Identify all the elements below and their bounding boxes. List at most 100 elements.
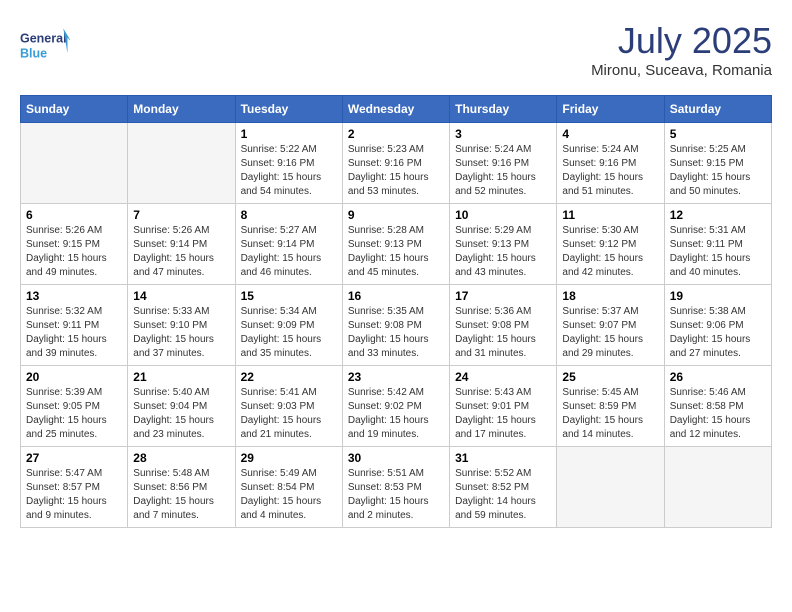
logo: General Blue	[20, 20, 70, 70]
day-number: 2	[348, 127, 444, 141]
day-number: 20	[26, 370, 122, 384]
day-number: 14	[133, 289, 229, 303]
day-number: 28	[133, 451, 229, 465]
calendar-cell: 19 Sunrise: 5:38 AMSunset: 9:06 PMDaylig…	[664, 285, 771, 366]
calendar-cell: 26 Sunrise: 5:46 AMSunset: 8:58 PMDaylig…	[664, 366, 771, 447]
day-number: 16	[348, 289, 444, 303]
calendar-cell: 30 Sunrise: 5:51 AMSunset: 8:53 PMDaylig…	[342, 447, 449, 528]
calendar-cell: 5 Sunrise: 5:25 AMSunset: 9:15 PMDayligh…	[664, 123, 771, 204]
week-row-5: 27 Sunrise: 5:47 AMSunset: 8:57 PMDaylig…	[21, 447, 772, 528]
weekday-header-row: SundayMondayTuesdayWednesdayThursdayFrid…	[21, 96, 772, 123]
day-info: Sunrise: 5:41 AMSunset: 9:03 PMDaylight:…	[241, 386, 337, 442]
day-info: Sunrise: 5:38 AMSunset: 9:06 PMDaylight:…	[670, 305, 766, 361]
day-info: Sunrise: 5:22 AMSunset: 9:16 PMDaylight:…	[241, 143, 337, 199]
day-info: Sunrise: 5:32 AMSunset: 9:11 PMDaylight:…	[26, 305, 122, 361]
day-number: 23	[348, 370, 444, 384]
day-info: Sunrise: 5:37 AMSunset: 9:07 PMDaylight:…	[562, 305, 658, 361]
svg-text:General: General	[20, 32, 67, 46]
weekday-header-sunday: Sunday	[21, 96, 128, 123]
day-number: 22	[241, 370, 337, 384]
day-number: 8	[241, 208, 337, 222]
title-block: July 2025 Mironu, Suceava, Romania	[591, 20, 772, 79]
calendar-cell: 24 Sunrise: 5:43 AMSunset: 9:01 PMDaylig…	[450, 366, 557, 447]
calendar-cell: 22 Sunrise: 5:41 AMSunset: 9:03 PMDaylig…	[235, 366, 342, 447]
day-number: 24	[455, 370, 551, 384]
day-number: 29	[241, 451, 337, 465]
day-number: 26	[670, 370, 766, 384]
calendar-cell: 9 Sunrise: 5:28 AMSunset: 9:13 PMDayligh…	[342, 204, 449, 285]
calendar-cell: 29 Sunrise: 5:49 AMSunset: 8:54 PMDaylig…	[235, 447, 342, 528]
day-info: Sunrise: 5:24 AMSunset: 9:16 PMDaylight:…	[455, 143, 551, 199]
weekday-header-saturday: Saturday	[664, 96, 771, 123]
day-number: 19	[670, 289, 766, 303]
day-number: 27	[26, 451, 122, 465]
day-info: Sunrise: 5:24 AMSunset: 9:16 PMDaylight:…	[562, 143, 658, 199]
calendar-cell: 2 Sunrise: 5:23 AMSunset: 9:16 PMDayligh…	[342, 123, 449, 204]
calendar-cell: 16 Sunrise: 5:35 AMSunset: 9:08 PMDaylig…	[342, 285, 449, 366]
day-number: 1	[241, 127, 337, 141]
day-info: Sunrise: 5:27 AMSunset: 9:14 PMDaylight:…	[241, 224, 337, 280]
week-row-2: 6 Sunrise: 5:26 AMSunset: 9:15 PMDayligh…	[21, 204, 772, 285]
day-info: Sunrise: 5:26 AMSunset: 9:15 PMDaylight:…	[26, 224, 122, 280]
calendar-cell: 8 Sunrise: 5:27 AMSunset: 9:14 PMDayligh…	[235, 204, 342, 285]
weekday-header-tuesday: Tuesday	[235, 96, 342, 123]
calendar-cell: 20 Sunrise: 5:39 AMSunset: 9:05 PMDaylig…	[21, 366, 128, 447]
weekday-header-friday: Friday	[557, 96, 664, 123]
day-info: Sunrise: 5:33 AMSunset: 9:10 PMDaylight:…	[133, 305, 229, 361]
day-info: Sunrise: 5:46 AMSunset: 8:58 PMDaylight:…	[670, 386, 766, 442]
calendar-cell: 13 Sunrise: 5:32 AMSunset: 9:11 PMDaylig…	[21, 285, 128, 366]
day-info: Sunrise: 5:47 AMSunset: 8:57 PMDaylight:…	[26, 467, 122, 523]
calendar-cell: 11 Sunrise: 5:30 AMSunset: 9:12 PMDaylig…	[557, 204, 664, 285]
calendar-cell: 3 Sunrise: 5:24 AMSunset: 9:16 PMDayligh…	[450, 123, 557, 204]
day-number: 3	[455, 127, 551, 141]
day-number: 31	[455, 451, 551, 465]
calendar-cell: 17 Sunrise: 5:36 AMSunset: 9:08 PMDaylig…	[450, 285, 557, 366]
calendar-cell	[21, 123, 128, 204]
day-number: 18	[562, 289, 658, 303]
day-info: Sunrise: 5:49 AMSunset: 8:54 PMDaylight:…	[241, 467, 337, 523]
day-info: Sunrise: 5:29 AMSunset: 9:13 PMDaylight:…	[455, 224, 551, 280]
calendar-cell: 10 Sunrise: 5:29 AMSunset: 9:13 PMDaylig…	[450, 204, 557, 285]
weekday-header-thursday: Thursday	[450, 96, 557, 123]
calendar-cell	[664, 447, 771, 528]
day-info: Sunrise: 5:30 AMSunset: 9:12 PMDaylight:…	[562, 224, 658, 280]
calendar-cell: 31 Sunrise: 5:52 AMSunset: 8:52 PMDaylig…	[450, 447, 557, 528]
calendar-cell: 1 Sunrise: 5:22 AMSunset: 9:16 PMDayligh…	[235, 123, 342, 204]
calendar-cell: 21 Sunrise: 5:40 AMSunset: 9:04 PMDaylig…	[128, 366, 235, 447]
day-number: 9	[348, 208, 444, 222]
calendar-cell: 15 Sunrise: 5:34 AMSunset: 9:09 PMDaylig…	[235, 285, 342, 366]
day-info: Sunrise: 5:45 AMSunset: 8:59 PMDaylight:…	[562, 386, 658, 442]
day-number: 7	[133, 208, 229, 222]
day-number: 17	[455, 289, 551, 303]
day-number: 30	[348, 451, 444, 465]
calendar-cell: 14 Sunrise: 5:33 AMSunset: 9:10 PMDaylig…	[128, 285, 235, 366]
location: Mironu, Suceava, Romania	[591, 62, 772, 79]
day-info: Sunrise: 5:36 AMSunset: 9:08 PMDaylight:…	[455, 305, 551, 361]
day-info: Sunrise: 5:23 AMSunset: 9:16 PMDaylight:…	[348, 143, 444, 199]
day-info: Sunrise: 5:48 AMSunset: 8:56 PMDaylight:…	[133, 467, 229, 523]
day-number: 4	[562, 127, 658, 141]
calendar-cell: 27 Sunrise: 5:47 AMSunset: 8:57 PMDaylig…	[21, 447, 128, 528]
day-number: 15	[241, 289, 337, 303]
week-row-3: 13 Sunrise: 5:32 AMSunset: 9:11 PMDaylig…	[21, 285, 772, 366]
day-info: Sunrise: 5:40 AMSunset: 9:04 PMDaylight:…	[133, 386, 229, 442]
day-info: Sunrise: 5:25 AMSunset: 9:15 PMDaylight:…	[670, 143, 766, 199]
calendar-cell: 18 Sunrise: 5:37 AMSunset: 9:07 PMDaylig…	[557, 285, 664, 366]
day-info: Sunrise: 5:26 AMSunset: 9:14 PMDaylight:…	[133, 224, 229, 280]
day-info: Sunrise: 5:42 AMSunset: 9:02 PMDaylight:…	[348, 386, 444, 442]
day-info: Sunrise: 5:34 AMSunset: 9:09 PMDaylight:…	[241, 305, 337, 361]
day-info: Sunrise: 5:35 AMSunset: 9:08 PMDaylight:…	[348, 305, 444, 361]
calendar-cell	[557, 447, 664, 528]
calendar-cell: 7 Sunrise: 5:26 AMSunset: 9:14 PMDayligh…	[128, 204, 235, 285]
day-info: Sunrise: 5:39 AMSunset: 9:05 PMDaylight:…	[26, 386, 122, 442]
svg-text:Blue: Blue	[20, 47, 47, 61]
logo-svg: General Blue	[20, 20, 70, 70]
day-info: Sunrise: 5:52 AMSunset: 8:52 PMDaylight:…	[455, 467, 551, 523]
week-row-4: 20 Sunrise: 5:39 AMSunset: 9:05 PMDaylig…	[21, 366, 772, 447]
day-number: 13	[26, 289, 122, 303]
day-info: Sunrise: 5:51 AMSunset: 8:53 PMDaylight:…	[348, 467, 444, 523]
day-number: 25	[562, 370, 658, 384]
calendar-cell: 6 Sunrise: 5:26 AMSunset: 9:15 PMDayligh…	[21, 204, 128, 285]
calendar-cell: 25 Sunrise: 5:45 AMSunset: 8:59 PMDaylig…	[557, 366, 664, 447]
calendar-cell: 23 Sunrise: 5:42 AMSunset: 9:02 PMDaylig…	[342, 366, 449, 447]
